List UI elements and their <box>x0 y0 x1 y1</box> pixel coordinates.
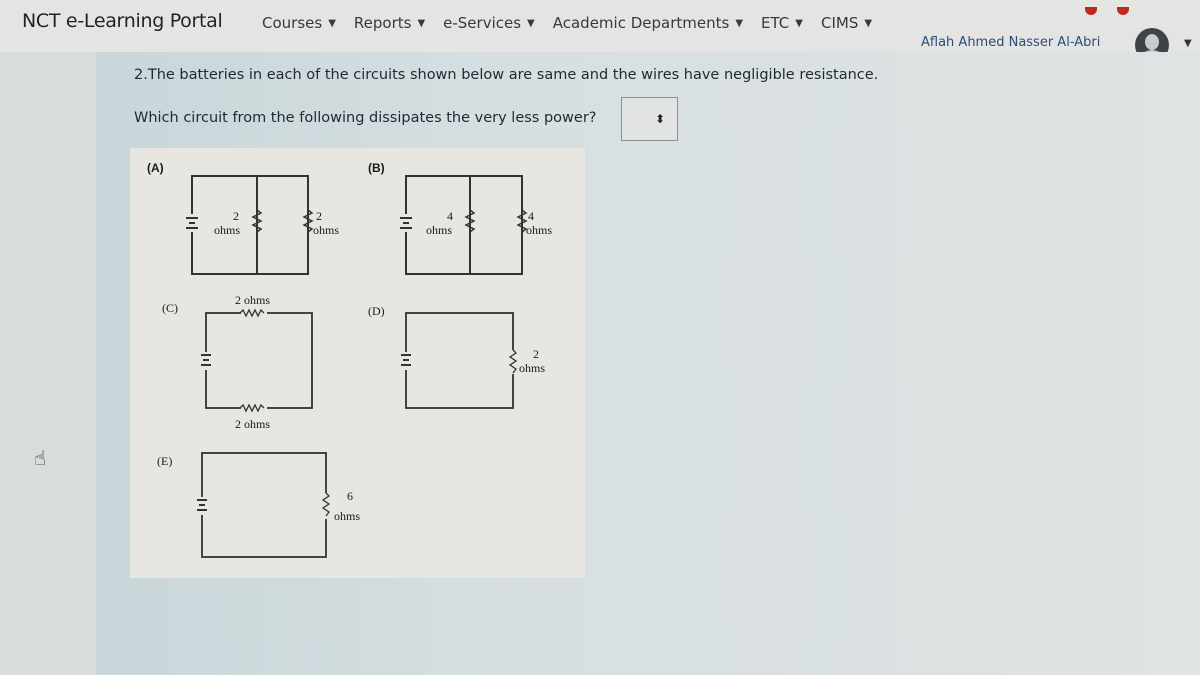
battery-icon <box>186 214 198 232</box>
notification-icon[interactable] <box>1085 7 1097 15</box>
circuit-e-r-unit: ohms <box>334 509 360 523</box>
menu-label: Reports <box>353 14 412 32</box>
caret-down-icon: ▼ <box>417 18 426 29</box>
menu-label: Academic Departments <box>552 14 730 32</box>
circuit-e: (E) 6 ohms <box>157 452 360 558</box>
circuit-a: (A) 2 ohms 2 ohms <box>147 161 339 275</box>
user-name[interactable]: Aflah Ahmed Nasser Al-Abri <box>921 35 1100 50</box>
circuit-d-loop <box>405 312 514 409</box>
circuit-a-loop <box>191 175 309 275</box>
menu-academic-departments[interactable]: Academic Departments ▼ <box>553 14 743 32</box>
circuit-e-loop <box>201 452 327 558</box>
circuit-d-label: (D) <box>368 304 385 318</box>
battery-icon <box>400 352 412 370</box>
circuit-c-loop <box>205 312 313 409</box>
menu-cims[interactable]: CIMS ▼ <box>821 14 872 32</box>
notification-icons[interactable] <box>1085 0 1149 19</box>
question-text-line2: Which circuit from the following dissipa… <box>134 110 597 126</box>
circuit-a-r1-value: 2 <box>233 209 239 223</box>
caret-down-icon: ▼ <box>795 18 803 29</box>
battery-icon <box>196 497 208 515</box>
circuit-b-label: (B) <box>368 161 385 175</box>
menu-courses[interactable]: Courses ▼ <box>262 14 336 32</box>
circuit-b: (B) 4 ohms 4 ohms <box>368 161 552 275</box>
battery-icon <box>400 214 412 232</box>
circuit-a-r2-value: 2 <box>316 209 322 223</box>
top-navbar: NCT e-Learning Portal Courses ▼ Reports ▼ … <box>0 0 1200 62</box>
menu-label: CIMS <box>820 14 859 32</box>
circuit-b-r1-unit: ohms <box>426 223 452 237</box>
battery-icon <box>200 352 212 370</box>
circuit-a-r2-unit: ohms <box>313 223 339 237</box>
circuit-c: (C) 2 ohms 2 ohms <box>162 293 313 431</box>
main-menu: Courses ▼ Reports ▼ e-Services ▼ Academic D… <box>262 14 890 32</box>
menu-etc[interactable]: ETC ▼ <box>761 14 803 32</box>
caret-down-icon: ▼ <box>864 18 873 29</box>
circuit-a-r1-unit: ohms <box>214 223 240 237</box>
circuit-a-label: (A) <box>147 161 164 175</box>
circuit-d-r-value: 2 <box>533 347 539 361</box>
circuit-b-r2-unit: ohms <box>526 223 552 237</box>
circuit-figure: (A) 2 ohms 2 ohms (B) 4 ohms 4 ohms (C) <box>130 148 585 578</box>
portal-brand[interactable]: NCT e-Learning Portal <box>22 10 223 32</box>
circuit-d: (D) 2 ohms <box>368 304 545 409</box>
menu-label: ETC <box>761 14 790 32</box>
menu-label: Courses <box>262 14 323 32</box>
caret-down-icon: ▼ <box>527 18 535 29</box>
select-updown-icon: ⬍ <box>654 112 665 126</box>
caret-down-icon: ▼ <box>328 18 336 29</box>
menu-e-services[interactable]: e-Services ▼ <box>443 14 535 32</box>
circuit-d-r-unit: ohms <box>519 361 545 375</box>
message-icon[interactable] <box>1117 7 1129 15</box>
circuit-e-label: (E) <box>157 454 172 468</box>
circuit-b-r1-value: 4 <box>447 209 453 223</box>
caret-down-icon: ▼ <box>735 18 744 29</box>
circuit-c-label: (C) <box>162 301 178 315</box>
circuit-e-r-value: 6 <box>347 489 353 503</box>
question-text-line1: 2.The batteries in each of the circuits … <box>134 67 879 83</box>
menu-reports[interactable]: Reports ▼ <box>354 14 425 32</box>
menu-label: e-Services <box>443 14 522 32</box>
answer-select[interactable]: ⬍ <box>621 97 678 141</box>
circuit-b-loop <box>405 175 523 275</box>
hand-pointer-cursor-icon: ☝ <box>34 446 47 470</box>
circuit-c-top-label: 2 ohms <box>235 293 270 307</box>
user-menu-caret-icon[interactable]: ▼ <box>1184 38 1192 49</box>
circuit-b-r2-value: 4 <box>528 209 534 223</box>
circuit-c-bottom-label: 2 ohms <box>235 417 270 431</box>
